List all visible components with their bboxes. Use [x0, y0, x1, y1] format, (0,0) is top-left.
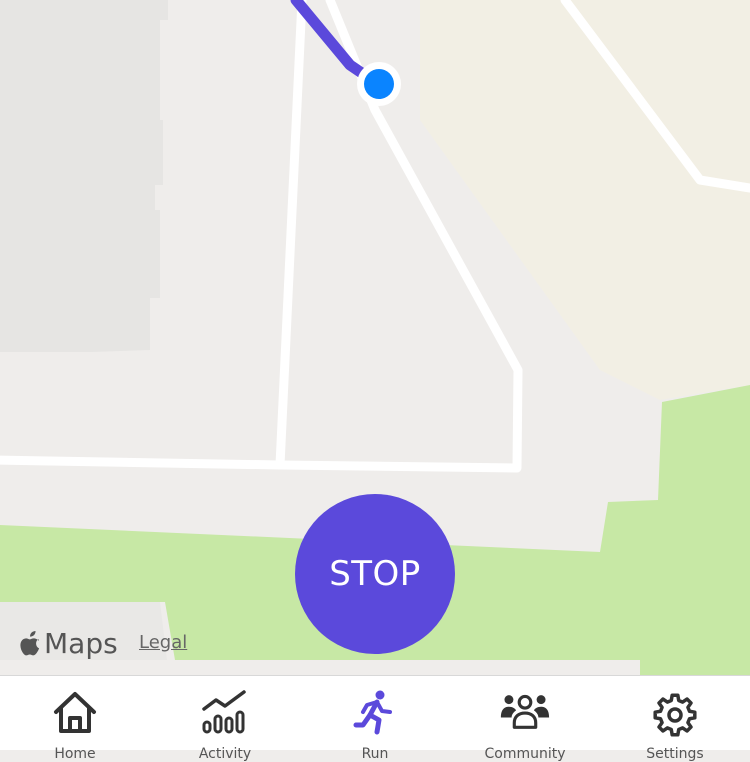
tab-activity-label: Activity [198, 746, 252, 762]
tab-run-label: Run [361, 746, 389, 762]
tab-settings[interactable]: Settings [600, 676, 750, 762]
home-icon [54, 692, 96, 733]
tab-community-label: Community [484, 746, 566, 762]
apple-logo-icon [20, 631, 40, 656]
tab-community[interactable]: Community [450, 676, 600, 762]
maps-attribution: Maps [20, 623, 118, 663]
tab-activity[interactable]: Activity [150, 676, 300, 762]
running-icon [353, 690, 392, 735]
maps-brand-label: Maps [44, 626, 118, 660]
tab-home-label: Home [54, 746, 96, 762]
tab-settings-label: Settings [646, 746, 704, 762]
tab-run[interactable]: Run [300, 676, 450, 762]
tab-home[interactable]: Home [0, 676, 150, 762]
tab-bar: Home Activity Run Community Settings [0, 675, 750, 762]
stop-button[interactable]: STOP [295, 494, 455, 654]
group-icon [500, 694, 550, 729]
current-location-dot [357, 62, 401, 106]
map-building-block [0, 0, 168, 352]
stats-icon [202, 690, 246, 734]
legal-link[interactable]: Legal [139, 632, 187, 653]
gear-icon [653, 693, 697, 737]
